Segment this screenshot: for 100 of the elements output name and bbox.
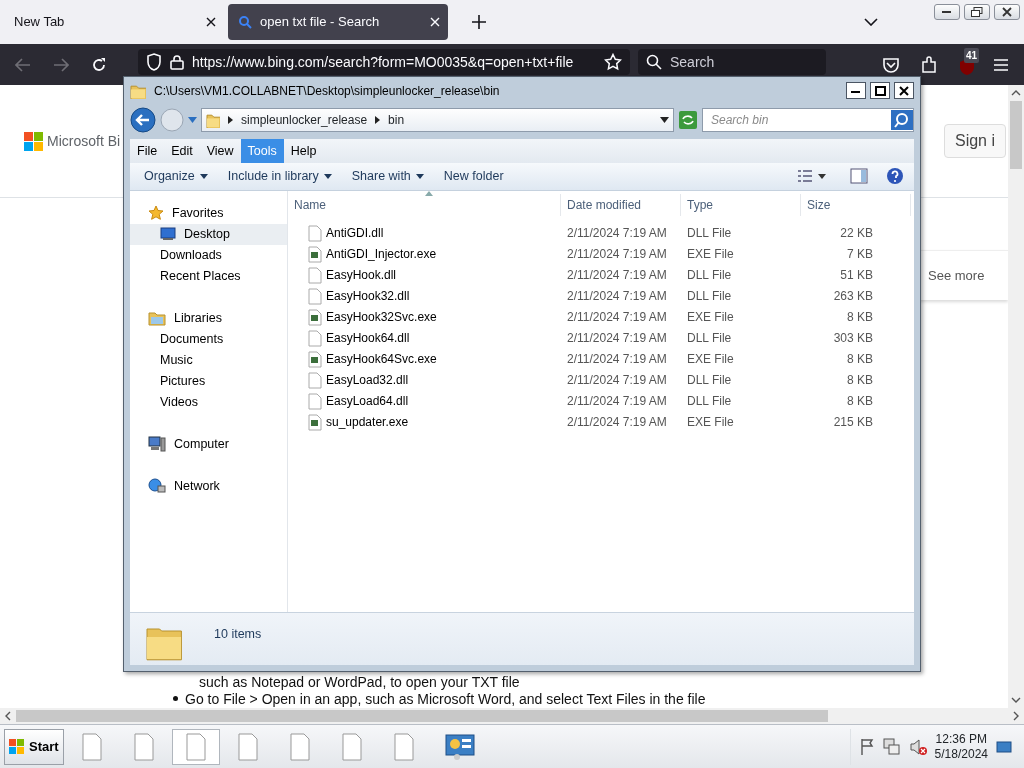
column-header[interactable]: Date modified — [561, 193, 681, 216]
document-icon — [392, 732, 415, 761]
size-cell: 8 KB — [847, 352, 873, 367]
clock-time[interactable]: 12:36 PM 5/18/2024 — [934, 731, 988, 762]
caret-icon[interactable] — [818, 173, 826, 179]
star-icon[interactable] — [604, 53, 622, 71]
nav-item[interactable]: Documents — [130, 328, 287, 350]
search-icon[interactable] — [891, 109, 913, 130]
nav-item[interactable]: Network — [130, 475, 287, 497]
menu-item[interactable]: File — [130, 138, 165, 164]
nav-item[interactable]: Computer — [130, 433, 287, 455]
logo-text: Microsoft Bi — [47, 131, 121, 151]
paragraph-text: such as Notepad or WordPad, to open your TXT file — [198, 673, 520, 690]
nav-item[interactable]: Libraries — [130, 307, 287, 329]
nav-item[interactable]: Pictures — [130, 370, 287, 392]
refresh-icon[interactable] — [678, 109, 698, 130]
reload-icon[interactable] — [91, 56, 107, 73]
shield-icon[interactable] — [146, 53, 162, 71]
sign-in-button[interactable]: Sign i — [943, 124, 1006, 158]
nav-item[interactable]: Recent Places — [130, 265, 287, 287]
puzzle-icon[interactable] — [920, 55, 938, 74]
search-field[interactable]: Search — [638, 49, 826, 75]
nav-item[interactable]: Music — [130, 349, 287, 371]
list-view-icon[interactable] — [797, 169, 813, 184]
address-field[interactable]: simpleunlocker_release bin — [201, 107, 674, 132]
scrollbar-thumb[interactable] — [1010, 101, 1022, 169]
menu-icon[interactable] — [993, 57, 1009, 72]
paragraph-text: Go to File > Open in an app, such as Microsoft Word, and select Text Files in the file — [185, 690, 706, 707]
program-icon — [308, 413, 322, 431]
minimize-button[interactable] — [934, 4, 960, 20]
breadcrumb-item[interactable]: simpleunlocker_release — [241, 110, 368, 129]
type-cell: DLL File — [687, 289, 732, 304]
nav-item[interactable]: Desktop — [130, 223, 287, 245]
chevron-down-icon[interactable] — [864, 18, 878, 26]
file-name[interactable]: EasyLoad32.dll — [326, 371, 409, 390]
file-name[interactable]: EasyHook32Svc.exe — [326, 308, 437, 327]
help-icon[interactable] — [886, 167, 904, 186]
file-name[interactable]: EasyHook32.dll — [326, 287, 410, 306]
breadcrumb-item[interactable]: bin — [388, 110, 405, 129]
nav-item[interactable]: Downloads — [130, 244, 287, 266]
search-field[interactable]: Search bin — [702, 107, 914, 132]
file-name[interactable]: su_updater.exe — [326, 413, 409, 432]
menu-item[interactable]: Help — [283, 138, 324, 164]
lock-icon — [170, 54, 184, 70]
muted-speaker-icon[interactable] — [908, 737, 927, 756]
file-name[interactable]: EasyLoad64.dll — [326, 392, 409, 411]
close-icon[interactable] — [206, 17, 216, 27]
item-count: 10 items — [214, 626, 262, 644]
file-name[interactable]: EasyHook.dll — [326, 266, 397, 285]
file-name[interactable]: AntiGDI.dll — [326, 224, 384, 243]
document-icon — [288, 732, 311, 761]
size-cell: 8 KB — [847, 310, 873, 325]
browser-tab[interactable]: open txt file - Search — [228, 4, 448, 40]
badge-count: 41 — [964, 47, 980, 63]
document-icon — [236, 732, 259, 761]
toolbar-button[interactable]: Share with — [341, 165, 434, 188]
back-icon[interactable] — [130, 106, 156, 133]
minimize-icon — [942, 10, 952, 14]
type-cell: DLL File — [687, 226, 732, 241]
flag-icon[interactable] — [858, 737, 875, 756]
document-icon — [132, 732, 155, 761]
document-icon — [80, 732, 103, 761]
date-cell: 2/11/2024 7:19 AM — [567, 226, 667, 241]
nav-item[interactable]: Favorites — [130, 202, 287, 224]
maximize-button[interactable] — [870, 82, 890, 100]
toolbar-button[interactable]: Include in library — [217, 165, 342, 188]
see-more-link[interactable]: See more — [928, 265, 985, 286]
date-cell: 2/11/2024 7:19 AM — [567, 289, 667, 304]
date-cell: 2/11/2024 7:19 AM — [567, 268, 667, 283]
browser-tab[interactable]: New Tab — [4, 4, 224, 40]
chevron-icon — [228, 115, 233, 124]
size-cell: 22 KB — [840, 226, 873, 241]
date-cell: 2/11/2024 7:19 AM — [567, 352, 667, 367]
close-icon — [1002, 7, 1012, 17]
file-name[interactable]: EasyHook64.dll — [326, 329, 410, 348]
menu-item[interactable]: View — [199, 138, 241, 164]
dropdown-icon[interactable] — [660, 116, 669, 123]
pocket-icon[interactable] — [882, 56, 900, 73]
address-bar[interactable]: https://www.bing.com/search?form=MO0035&q=open+txt+file — [138, 49, 630, 75]
type-cell: EXE File — [687, 352, 734, 367]
file-icon — [308, 287, 322, 305]
start-button[interactable]: Start — [4, 728, 64, 765]
restore-button[interactable] — [964, 4, 990, 20]
minimize-button[interactable] — [846, 82, 866, 100]
close-button[interactable] — [894, 82, 914, 100]
scrollbar-thumb[interactable] — [16, 710, 828, 722]
network-icon[interactable] — [882, 737, 901, 756]
file-name[interactable]: AntiGDI_Injector.exe — [326, 245, 437, 264]
show-desktop-icon[interactable] — [996, 738, 1012, 755]
toolbar-button[interactable]: New folder — [433, 165, 514, 188]
column-header[interactable]: Size — [801, 193, 911, 216]
file-name[interactable]: EasyHook64Svc.exe — [326, 350, 437, 369]
column-header[interactable]: Type — [681, 193, 801, 216]
nav-item[interactable]: Videos — [130, 391, 287, 413]
toolbar-button[interactable]: Organize — [134, 165, 218, 188]
new-tab-icon[interactable] — [472, 15, 486, 29]
menu-item[interactable]: Edit — [164, 138, 200, 164]
preview-pane-icon[interactable] — [850, 168, 868, 185]
close-button[interactable] — [994, 4, 1020, 20]
program-icon — [308, 308, 322, 326]
